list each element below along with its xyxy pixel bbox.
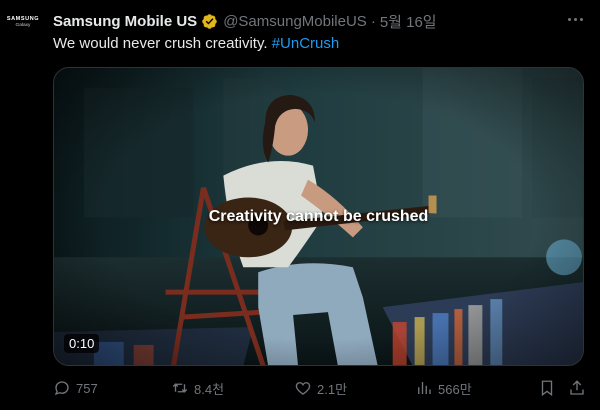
like-count: 2.1만 xyxy=(317,381,348,397)
reply-count: 757 xyxy=(76,380,98,396)
separator-dot: · xyxy=(370,12,376,30)
handle[interactable]: @SamsungMobileUS xyxy=(223,13,367,30)
tweet-actions: 757 8.4천 2.1만 566만 xyxy=(53,376,586,400)
avatar[interactable]: SAMSUNG Galaxy xyxy=(0,0,46,46)
verified-badge-icon[interactable] xyxy=(201,13,218,30)
avatar-sub: Galaxy xyxy=(15,22,31,28)
bookmark-button[interactable] xyxy=(538,379,556,397)
like-button[interactable]: 2.1만 xyxy=(294,379,347,398)
retweet-count: 8.4천 xyxy=(194,381,225,397)
retweet-icon xyxy=(172,383,188,393)
tweet-date[interactable]: 5월 16일 xyxy=(380,11,437,32)
share-button[interactable] xyxy=(568,379,586,397)
views-button[interactable]: 566만 xyxy=(415,379,472,398)
views-icon xyxy=(418,382,431,394)
tweet-header: Samsung Mobile US @SamsungMobileUS · 5월 … xyxy=(53,10,560,32)
reply-icon xyxy=(54,381,69,396)
video-player[interactable]: Creativity cannot be crushed 0:10 xyxy=(53,67,584,366)
views-count: 566만 xyxy=(438,381,472,397)
share-icon xyxy=(570,380,584,395)
hashtag-link[interactable]: #UnCrush xyxy=(272,35,340,52)
heart-icon xyxy=(295,382,311,395)
reply-button[interactable]: 757 xyxy=(53,379,98,397)
bookmark-icon xyxy=(541,380,553,397)
more-options-icon[interactable] xyxy=(564,8,586,30)
retweet-button[interactable]: 8.4천 xyxy=(171,379,224,398)
tweet-body: We would never crush creativity. xyxy=(53,35,272,52)
display-name[interactable]: Samsung Mobile US xyxy=(53,13,197,30)
tweet-text: We would never crush creativity. #UnCrus… xyxy=(53,35,339,52)
video-caption: Creativity cannot be crushed xyxy=(208,208,429,225)
video-timestamp: 0:10 xyxy=(64,334,100,353)
